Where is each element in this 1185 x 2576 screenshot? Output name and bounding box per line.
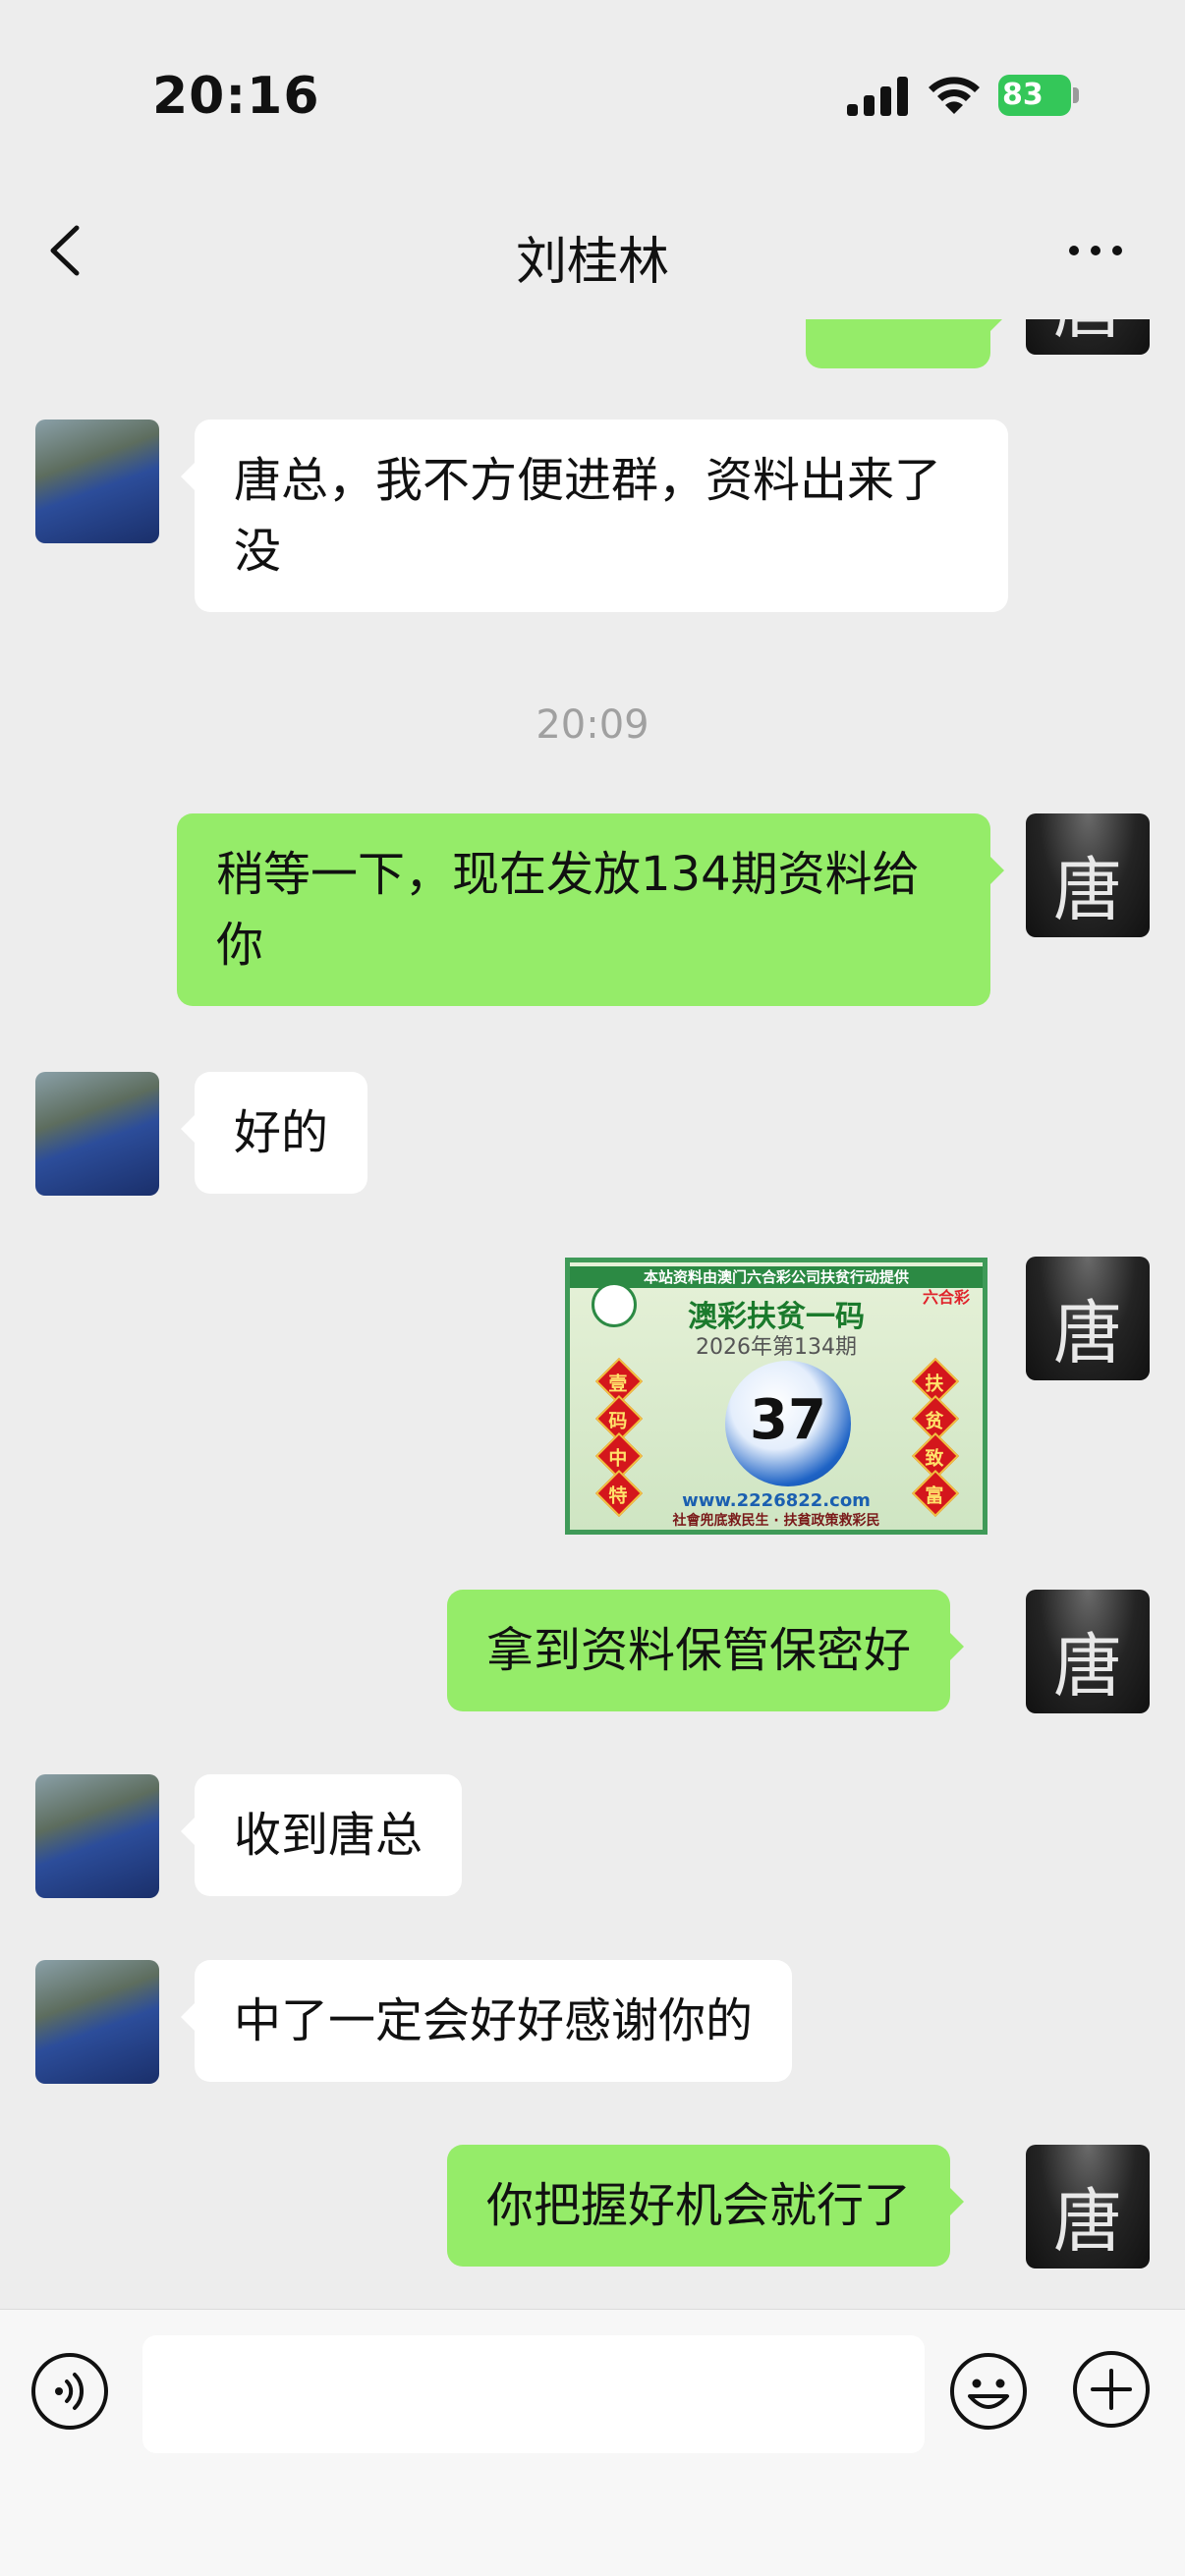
wifi-icon bbox=[929, 77, 980, 114]
chat-header: 刘桂林 bbox=[0, 187, 1185, 319]
status-time: 20:16 bbox=[152, 67, 320, 126]
message-bubble[interactable]: 拿到资料保管保密好 bbox=[447, 1590, 965, 1711]
avatar-self[interactable]: 唐 bbox=[1026, 1257, 1150, 1380]
more-options-icon[interactable] bbox=[1066, 236, 1125, 265]
message-bubble[interactable]: 好的 bbox=[180, 1072, 368, 1194]
image-url: www.2226822.com bbox=[682, 1490, 871, 1511]
avatar-self[interactable]: 唐 bbox=[1026, 1590, 1150, 1713]
message-bubble[interactable]: 唐总，我不方便进群，资料出来了没 bbox=[181, 420, 1008, 612]
add-more-icon[interactable] bbox=[1071, 2349, 1152, 2430]
lottery-ball: 37 bbox=[725, 1361, 851, 1486]
image-slogan: 社會兜底救民生 · 扶貧政策救彩民 bbox=[672, 1513, 880, 1529]
voice-input-icon[interactable] bbox=[29, 2351, 110, 2432]
avatar-contact[interactable] bbox=[35, 1072, 159, 1196]
status-bar: 20:16 83 bbox=[0, 0, 1185, 187]
lottery-number: 37 bbox=[750, 1388, 826, 1452]
message-bubble[interactable]: 你把握好机会就行了 bbox=[447, 2145, 965, 2267]
message-list[interactable]: 唐 唐总，我不方便进群，资料出来了没 20:09 稍等一下，现在发放134期资料… bbox=[0, 319, 1185, 2309]
emoji-icon[interactable] bbox=[948, 2351, 1029, 2432]
message-bubble[interactable]: 中了一定会好好感谢你的 bbox=[180, 1960, 793, 2082]
message-bubble[interactable]: 稍等一下，现在发放134期资料给你 bbox=[177, 813, 1004, 1006]
battery-icon: 83 bbox=[998, 75, 1079, 116]
battery-level: 83 bbox=[998, 75, 1071, 116]
input-bar bbox=[0, 2309, 1185, 2576]
avatar-self[interactable]: 唐 bbox=[1026, 319, 1150, 355]
avatar-contact[interactable] bbox=[35, 1774, 159, 1898]
chat-title: 刘桂林 bbox=[515, 233, 669, 292]
avatar-self[interactable]: 唐 bbox=[1026, 813, 1150, 937]
cellular-signal-icon bbox=[847, 77, 908, 116]
message-bubble-partial[interactable] bbox=[806, 319, 1004, 368]
avatar-contact[interactable] bbox=[35, 1960, 159, 2084]
avatar-contact[interactable] bbox=[35, 420, 159, 543]
message-timestamp: 20:09 bbox=[536, 702, 649, 748]
battery-cap bbox=[1073, 87, 1079, 103]
message-bubble[interactable]: 收到唐总 bbox=[180, 1774, 463, 1896]
image-message[interactable]: 本站资料由澳门六合彩公司扶贫行动提供 六合彩 澳彩扶贫一码 2026年第134期… bbox=[565, 1258, 988, 1535]
avatar-self[interactable]: 唐 bbox=[1026, 2145, 1150, 2268]
message-input[interactable] bbox=[142, 2335, 925, 2453]
image-issue: 2026年第134期 bbox=[696, 1335, 857, 1360]
